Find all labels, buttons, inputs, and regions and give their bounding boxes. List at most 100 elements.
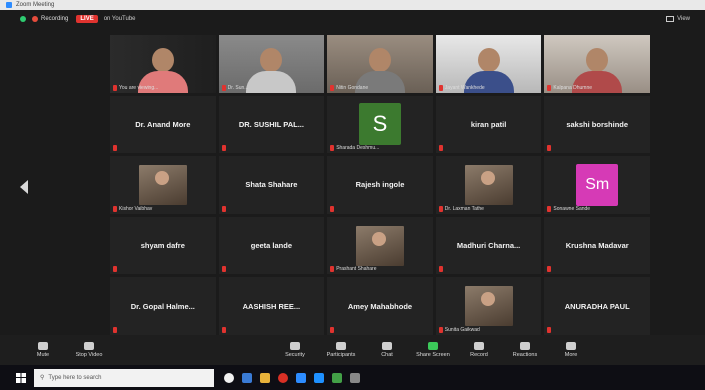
- previous-page-arrow-icon[interactable]: [20, 180, 28, 194]
- participant-head: [477, 47, 500, 72]
- participant-footer: Jayant Wankhede: [438, 84, 485, 91]
- chat-button[interactable]: Chat: [364, 342, 410, 358]
- participants-button[interactable]: Participants: [318, 342, 364, 358]
- participant-footer: [438, 145, 443, 152]
- zoom-app-icon: [6, 2, 12, 8]
- live-on-label: on YouTube: [103, 16, 136, 22]
- shield-icon: [290, 342, 300, 350]
- participant-tile[interactable]: Kalpana Dhumne: [544, 35, 650, 93]
- participant-tile[interactable]: Shata Shahare: [218, 156, 325, 214]
- security-button[interactable]: Security: [272, 342, 318, 358]
- participant-footer: [113, 145, 117, 152]
- security-shield-icon[interactable]: [20, 16, 26, 22]
- more-button[interactable]: More: [548, 342, 594, 358]
- muted-microphone-icon: [547, 266, 552, 273]
- participant-tile[interactable]: Dr. Laxman Tathe: [435, 156, 542, 214]
- participant-footer: [547, 266, 552, 273]
- participant-head: [368, 47, 391, 72]
- participant-tile[interactable]: sakshi borshinde: [544, 95, 650, 154]
- video-camera-icon: [84, 342, 94, 350]
- ellipsis-icon: [566, 342, 576, 350]
- participant-tile[interactable]: DR. SUSHIL PAL...: [218, 95, 325, 154]
- participant-footer: Kishor Vaibhav: [113, 205, 152, 212]
- participant-tile[interactable]: AASHISH REE...: [218, 277, 325, 335]
- participant-footer: Sunita Gaikwad: [438, 326, 480, 333]
- participant-footer-name: Nitin Gondane: [336, 84, 369, 91]
- participant-avatar: Sm: [576, 163, 619, 206]
- participants-label: Participants: [326, 352, 356, 358]
- window-title: Zoom Meeting: [16, 2, 55, 8]
- participant-tile[interactable]: Kishor Vaibhav: [110, 156, 216, 214]
- participant-tile[interactable]: ANURADHA PAUL: [544, 277, 650, 335]
- view-button[interactable]: View: [666, 16, 690, 22]
- participant-name: DR. SUSHIL PAL...: [238, 119, 304, 129]
- participant-tile[interactable]: shyam dafre: [110, 216, 216, 275]
- participant-footer: [438, 266, 443, 273]
- participant-tile[interactable]: You are viewing...: [110, 35, 216, 93]
- record-icon: [474, 342, 484, 350]
- search-placeholder: Type here to search: [48, 374, 102, 381]
- stop-video-button[interactable]: Stop Video: [66, 342, 112, 358]
- participant-tile[interactable]: Krushna Madavar: [544, 216, 650, 275]
- participant-tile[interactable]: geeta lande: [218, 216, 325, 275]
- live-badge[interactable]: LIVE: [76, 15, 98, 23]
- participant-footer-name: Dr. Sun...: [227, 84, 249, 91]
- muted-microphone-icon: [113, 205, 117, 212]
- participant-tile[interactable]: kiran patil: [435, 95, 542, 154]
- participant-gallery: You are viewing... Dr. Sun... Nitin Gondan…: [110, 35, 650, 335]
- muted-microphone-icon: [438, 145, 443, 152]
- participant-body: [246, 70, 297, 93]
- participant-tile[interactable]: Amey Mahabhode: [327, 277, 433, 335]
- participant-tile[interactable]: Jayant Wankhede: [435, 35, 542, 93]
- participant-footer-name: Jayant Wankhede: [444, 84, 485, 91]
- participant-photo: [355, 225, 404, 266]
- recording-icon: [32, 16, 38, 22]
- participant-footer-name: You are viewing...: [119, 84, 159, 91]
- mute-button[interactable]: Mute: [20, 342, 66, 358]
- participant-name: sakshi borshinde: [566, 119, 629, 129]
- record-label: Record: [470, 352, 488, 358]
- participant-footer: Dr. Sun...: [221, 84, 249, 91]
- taskbar-apps: [224, 372, 360, 383]
- participant-tile[interactable]: Rajesh ingole: [327, 156, 433, 214]
- record-button[interactable]: Record: [456, 342, 502, 358]
- zoom-taskbar-icon[interactable]: [296, 372, 306, 383]
- participant-footer-name: Dr. Laxman Tathe: [444, 205, 484, 212]
- muted-microphone-icon: [547, 205, 552, 212]
- taskbar-search-input[interactable]: ⚲ Type here to search: [34, 368, 214, 387]
- share-screen-button[interactable]: Share Screen: [410, 342, 456, 358]
- participant-tile[interactable]: Madhuri Charna...: [435, 216, 542, 275]
- cortana-icon[interactable]: [224, 372, 234, 383]
- chrome-icon[interactable]: [278, 372, 288, 383]
- participant-photo: [138, 164, 187, 205]
- participant-tile[interactable]: Sunita Gaikwad: [435, 277, 542, 335]
- participant-tile[interactable]: Dr. Sun...: [218, 35, 325, 93]
- reactions-button[interactable]: Reactions: [502, 342, 548, 358]
- store-icon[interactable]: [332, 372, 342, 383]
- participant-footer: Sharada Deshmu...: [330, 145, 379, 152]
- participant-photo: [464, 164, 513, 205]
- participant-footer: [221, 266, 226, 273]
- mail-icon[interactable]: [350, 372, 360, 383]
- task-view-icon[interactable]: [242, 372, 252, 383]
- security-label: Security: [285, 352, 305, 358]
- muted-microphone-icon: [438, 326, 443, 333]
- participant-tile[interactable]: S Sharada Deshmu...: [327, 95, 433, 154]
- participant-tile[interactable]: Dr. Anand More: [110, 95, 216, 154]
- participant-footer: [330, 326, 335, 333]
- edge-icon[interactable]: [314, 372, 324, 383]
- participant-tile[interactable]: Prashant Shahare: [327, 216, 433, 275]
- participant-tile[interactable]: Sm Sonawne Sande: [544, 156, 650, 214]
- file-explorer-icon[interactable]: [260, 372, 270, 383]
- participant-tile[interactable]: Dr. Gopal Halme...: [110, 277, 216, 335]
- muted-microphone-icon: [221, 84, 226, 91]
- windows-start-icon[interactable]: [16, 372, 26, 383]
- participant-footer: [221, 205, 226, 212]
- microphone-icon: [38, 342, 48, 350]
- participant-avatar: S: [358, 103, 401, 146]
- participant-tile[interactable]: Nitin Gondane: [327, 35, 433, 93]
- participant-name: Madhuri Charna...: [456, 241, 521, 251]
- participant-head: [151, 47, 174, 72]
- participant-head: [586, 47, 609, 72]
- participant-footer: [221, 326, 226, 333]
